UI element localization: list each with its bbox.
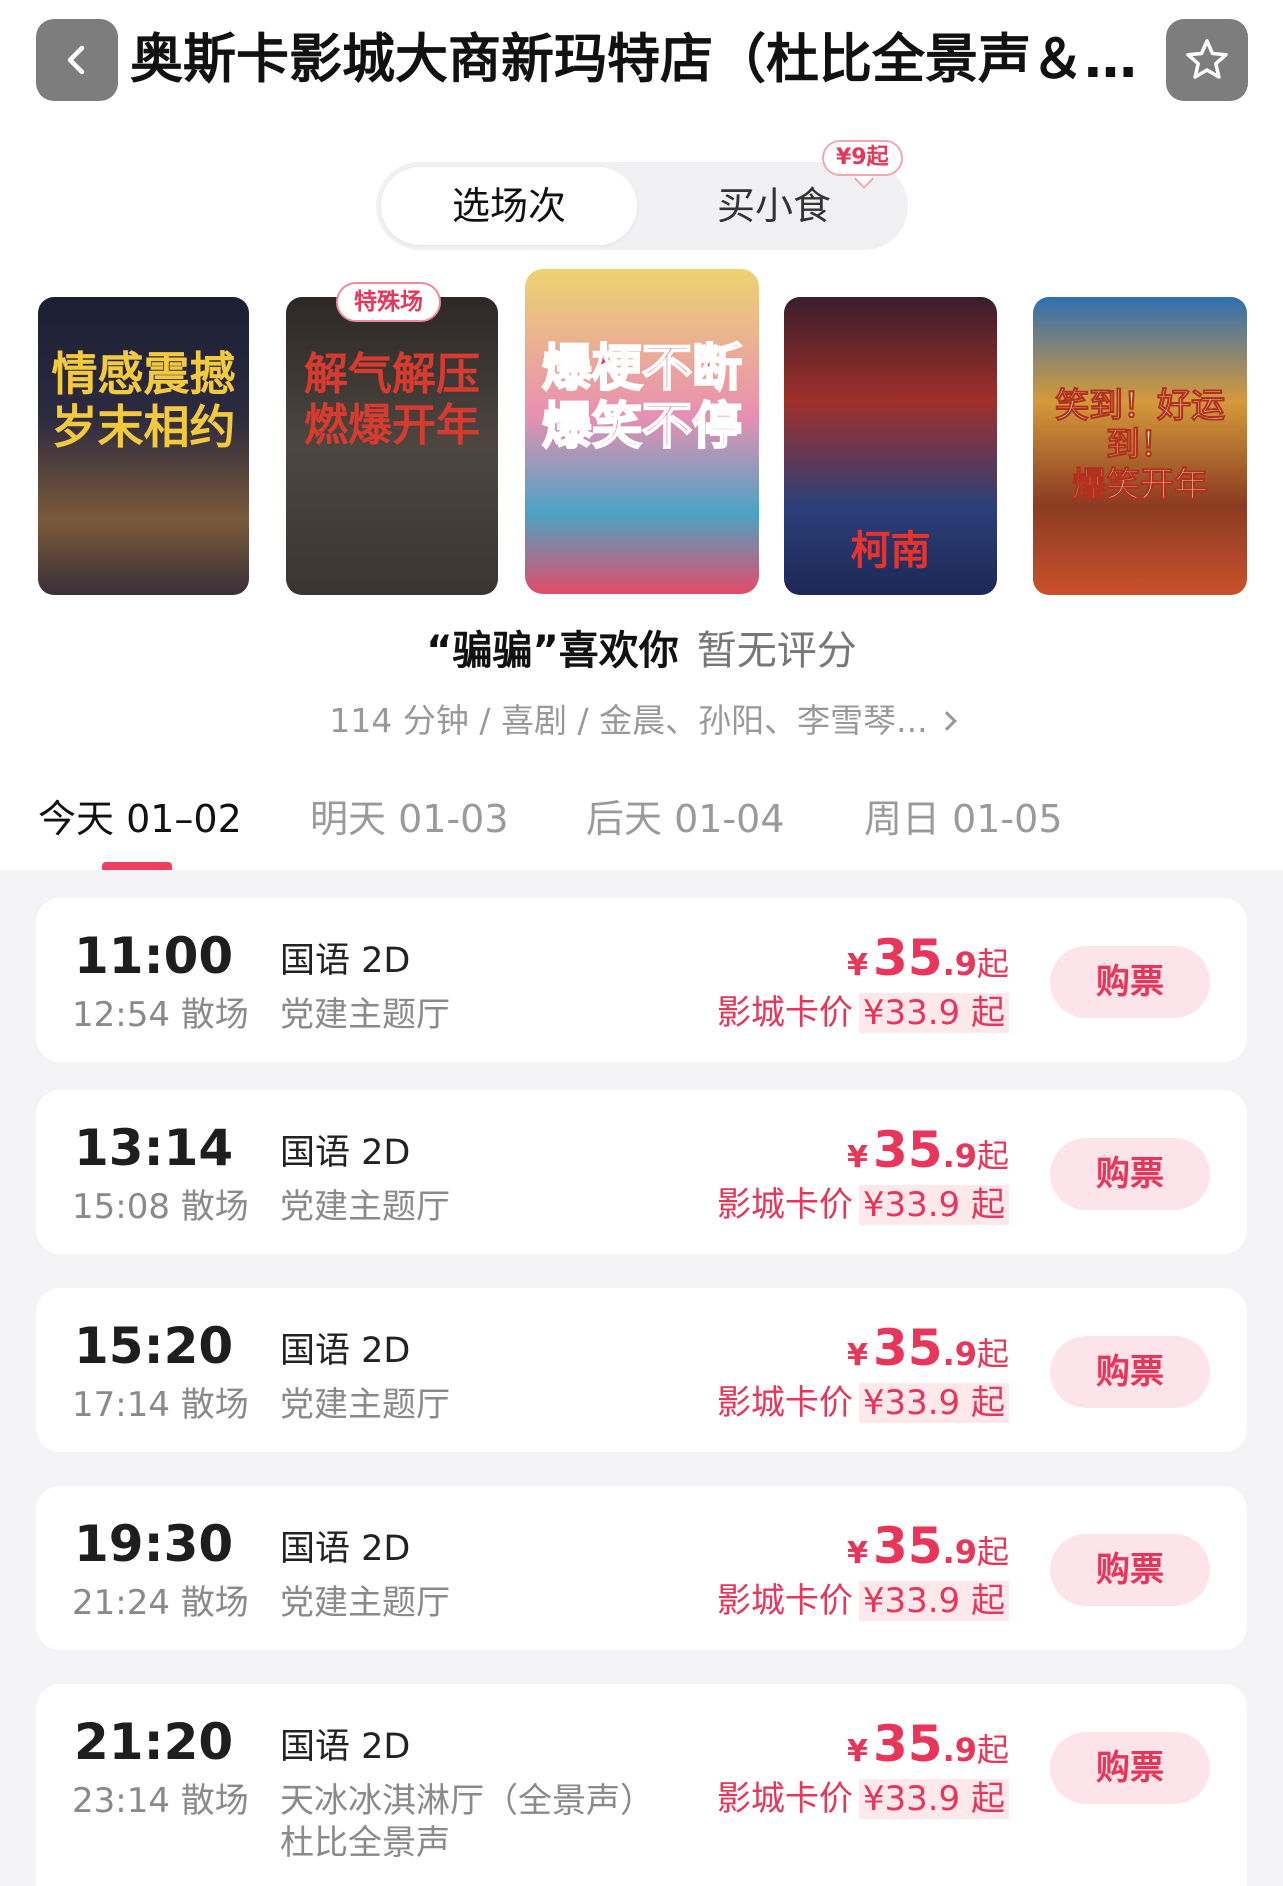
member-card-price: 影城卡价 ¥33.9 起 [717, 990, 1009, 1036]
hall-name: 党建主题厅 [280, 1187, 450, 1227]
start-time: 15:20 [74, 1317, 234, 1375]
price-suffix: 起 [976, 1335, 1009, 1373]
favorite-button[interactable] [1166, 19, 1248, 101]
showtime-card[interactable]: 19:30 21:24 散场 国语 2D 党建主题厅 ¥ 35.9起 影城卡价 ¥… [36, 1486, 1247, 1650]
start-time: 13:14 [74, 1119, 234, 1177]
price-integer: 35 [872, 929, 943, 987]
star-outline-icon [1186, 39, 1228, 79]
language-format: 国语 2D [280, 1133, 411, 1173]
special-screening-tag: 特殊场 [336, 282, 441, 322]
date-tab-sunday[interactable]: 周日 01-05 [864, 792, 1063, 846]
showtime-page: 奥斯卡影城大商新玛特店（杜比全景声＆… 选场次 买小食 ¥9起 情感震撼 岁末相… [0, 0, 1283, 1886]
price-suffix: 起 [976, 1533, 1009, 1571]
card-price-label: 影城卡价 [716, 1185, 853, 1225]
language-format: 国语 2D [280, 1331, 411, 1371]
price-decimal: .9 [942, 945, 977, 983]
movie-poster-1[interactable]: 情感震撼 岁末相约 [38, 297, 249, 595]
price-decimal: .9 [942, 1533, 977, 1571]
header: 奥斯卡影城大商新玛特店（杜比全景声＆… [0, 0, 1283, 120]
poster-slogan: 笑到！好运到！ 爆笑开年 [1055, 386, 1226, 505]
price-integer: 35 [872, 1517, 943, 1575]
card-price-value: ¥33.9 起 [858, 1779, 1009, 1819]
movie-title: “骗骗”喜欢你 [426, 628, 679, 674]
start-time: 19:30 [74, 1515, 234, 1573]
segment-control: 选场次 买小食 [376, 162, 908, 250]
end-time: 17:14 散场 [72, 1385, 249, 1425]
buy-ticket-button[interactable]: 购票 [1050, 1732, 1210, 1804]
price-symbol: ¥ [847, 1338, 868, 1373]
member-card-price: 影城卡价 ¥33.9 起 [717, 1776, 1009, 1822]
end-time: 23:14 散场 [72, 1781, 249, 1821]
snack-promo-badge: ¥9起 [822, 140, 903, 176]
movie-rating: 暂无评分 [696, 628, 857, 674]
card-price-value: ¥33.9 起 [858, 1185, 1009, 1225]
price-symbol: ¥ [847, 1734, 868, 1769]
start-time: 21:20 [74, 1713, 234, 1771]
price-integer: 35 [872, 1319, 943, 1377]
tab-showtimes[interactable]: 选场次 [381, 167, 637, 245]
end-time: 12:54 散场 [72, 995, 249, 1035]
back-button[interactable] [36, 19, 118, 101]
card-price-value: ¥33.9 起 [858, 1383, 1009, 1423]
card-price-label: 影城卡价 [716, 993, 853, 1033]
chevron-right-icon [936, 711, 957, 731]
card-price-label: 影城卡价 [716, 1383, 853, 1423]
buy-ticket-button[interactable]: 购票 [1050, 1138, 1210, 1210]
movie-title-row: “骗骗”喜欢你 暂无评分 [0, 624, 1283, 678]
hall-name: 党建主题厅 [280, 995, 450, 1035]
movie-poster-selected[interactable]: 爆梗不断 爆笑不停 [525, 269, 759, 594]
language-format: 国语 2D [280, 941, 411, 981]
movie-poster-4[interactable]: 柯南 [784, 297, 997, 595]
showtime-list: 11:00 12:54 散场 国语 2D 党建主题厅 ¥ 35.9起 影城卡价 ¥… [0, 870, 1283, 1886]
language-format: 国语 2D [280, 1727, 411, 1767]
buy-ticket-button[interactable]: 购票 [1050, 1336, 1210, 1408]
card-price-label: 影城卡价 [716, 1779, 853, 1819]
price-symbol: ¥ [847, 948, 868, 983]
hall-feature: 杜比全景声 [280, 1823, 450, 1863]
buy-ticket-button[interactable]: 购票 [1050, 1534, 1210, 1606]
price-suffix: 起 [976, 1137, 1009, 1175]
movie-meta-link[interactable]: 114 分钟 / 喜剧 / 金晨、孙阳、李雪琴... [0, 697, 1283, 745]
chevron-left-icon [67, 45, 85, 75]
showtime-card[interactable]: 15:20 17:14 散场 国语 2D 党建主题厅 ¥ 35.9起 影城卡价 ¥… [36, 1288, 1247, 1452]
date-tab-today[interactable]: 今天 01–02 [38, 792, 242, 846]
date-tab-tomorrow[interactable]: 明天 01-03 [310, 792, 509, 846]
price-integer: 35 [872, 1715, 943, 1773]
price-symbol: ¥ [847, 1140, 868, 1175]
card-price-value: ¥33.9 起 [858, 993, 1009, 1033]
showtime-card[interactable]: 13:14 15:08 散场 国语 2D 党建主题厅 ¥ 35.9起 影城卡价 ¥… [36, 1090, 1247, 1254]
end-time: 15:08 散场 [72, 1187, 249, 1227]
poster-slogan: 柯南 [850, 527, 931, 574]
hall-name: 党建主题厅 [280, 1385, 450, 1425]
hall-name: 党建主题厅 [280, 1583, 450, 1623]
cinema-title[interactable]: 奥斯卡影城大商新玛特店（杜比全景声＆… [130, 22, 1155, 98]
movie-meta-text: 114 分钟 / 喜剧 / 金晨、孙阳、李雪琴... [329, 701, 928, 740]
price-integer: 35 [872, 1121, 943, 1179]
price-suffix: 起 [976, 1731, 1009, 1769]
date-tabs: 今天 01–02 明天 01-03 后天 01-04 周日 01-05 [0, 780, 1283, 870]
price-decimal: .9 [942, 1731, 977, 1769]
showtime-card[interactable]: 11:00 12:54 散场 国语 2D 党建主题厅 ¥ 35.9起 影城卡价 ¥… [36, 898, 1247, 1062]
poster-slogan: 爆梗不断 爆笑不停 [541, 338, 743, 455]
member-card-price: 影城卡价 ¥33.9 起 [717, 1380, 1009, 1426]
member-card-price: 影城卡价 ¥33.9 起 [717, 1578, 1009, 1624]
card-price-value: ¥33.9 起 [858, 1581, 1009, 1621]
price-suffix: 起 [976, 945, 1009, 983]
card-price-label: 影城卡价 [716, 1581, 853, 1621]
member-card-price: 影城卡价 ¥33.9 起 [717, 1182, 1009, 1228]
price-decimal: .9 [942, 1137, 977, 1175]
buy-ticket-button[interactable]: 购票 [1050, 946, 1210, 1018]
poster-slogan: 情感震撼 岁末相约 [51, 347, 236, 454]
poster-slogan: 解气解压 燃爆开年 [304, 349, 480, 451]
price-decimal: .9 [942, 1335, 977, 1373]
date-tab-day-after[interactable]: 后天 01-04 [586, 792, 785, 846]
price-symbol: ¥ [847, 1536, 868, 1571]
start-time: 11:00 [74, 927, 234, 985]
active-date-indicator [102, 862, 172, 870]
movie-poster-2[interactable]: 解气解压 燃爆开年 [286, 297, 498, 595]
movie-poster-5[interactable]: 笑到！好运到！ 爆笑开年 [1033, 297, 1247, 595]
end-time: 21:24 散场 [72, 1583, 249, 1623]
showtime-card[interactable]: 21:20 23:14 散场 国语 2D 天冰冰淇淋厅（全景声） 杜比全景声 ¥… [36, 1684, 1247, 1886]
language-format: 国语 2D [280, 1529, 411, 1569]
